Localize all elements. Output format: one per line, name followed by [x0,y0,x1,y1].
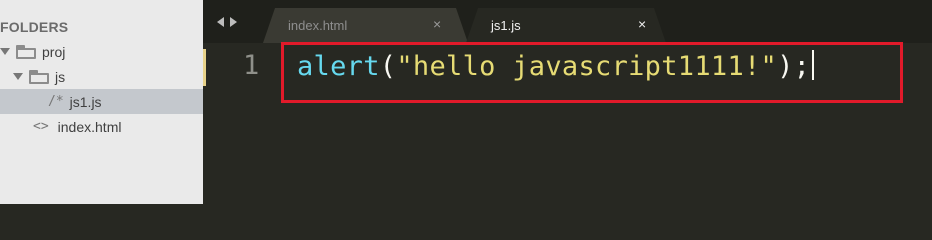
file-html-icon: <> [33,119,49,134]
tab-nav [217,17,237,27]
folder-open-icon [16,44,36,59]
line-number: 1 [243,50,260,81]
tab-bar: index.html × js1.js × [203,0,932,43]
sidebar-item-label: index.html [57,118,122,135]
tab-index-html[interactable]: index.html × [263,8,468,43]
tab-label: js1.js [491,18,521,33]
code-editor[interactable]: 1 alert("hello javascript1111!"); [203,42,932,204]
sidebar-header: FOLDERS [0,19,69,35]
chevron-down-icon[interactable] [13,73,23,80]
sidebar-item-js[interactable]: js [0,64,203,89]
sidebar-item-label: js1.js [69,93,102,110]
tab-label: index.html [288,18,348,33]
sidebar: FOLDERS proj js /* js1.js <> index.html [0,0,203,204]
arrow-left-icon[interactable] [217,17,224,27]
highlight-box [281,42,903,103]
arrow-right-icon[interactable] [230,17,237,27]
folder-open-icon [29,69,49,84]
sidebar-item-index-html[interactable]: <> index.html [0,114,203,139]
current-line-marker [203,49,206,86]
close-icon[interactable]: × [638,16,646,32]
sidebar-item-js1-js[interactable]: /* js1.js [0,89,203,114]
file-js-icon: /* [48,94,64,109]
chevron-down-icon[interactable] [0,48,10,55]
sidebar-item-proj[interactable]: proj [0,39,203,64]
close-icon[interactable]: × [433,16,441,32]
sidebar-item-label: proj [42,43,66,60]
tab-js1-js[interactable]: js1.js × [466,8,666,43]
sidebar-item-label: js [55,68,66,85]
